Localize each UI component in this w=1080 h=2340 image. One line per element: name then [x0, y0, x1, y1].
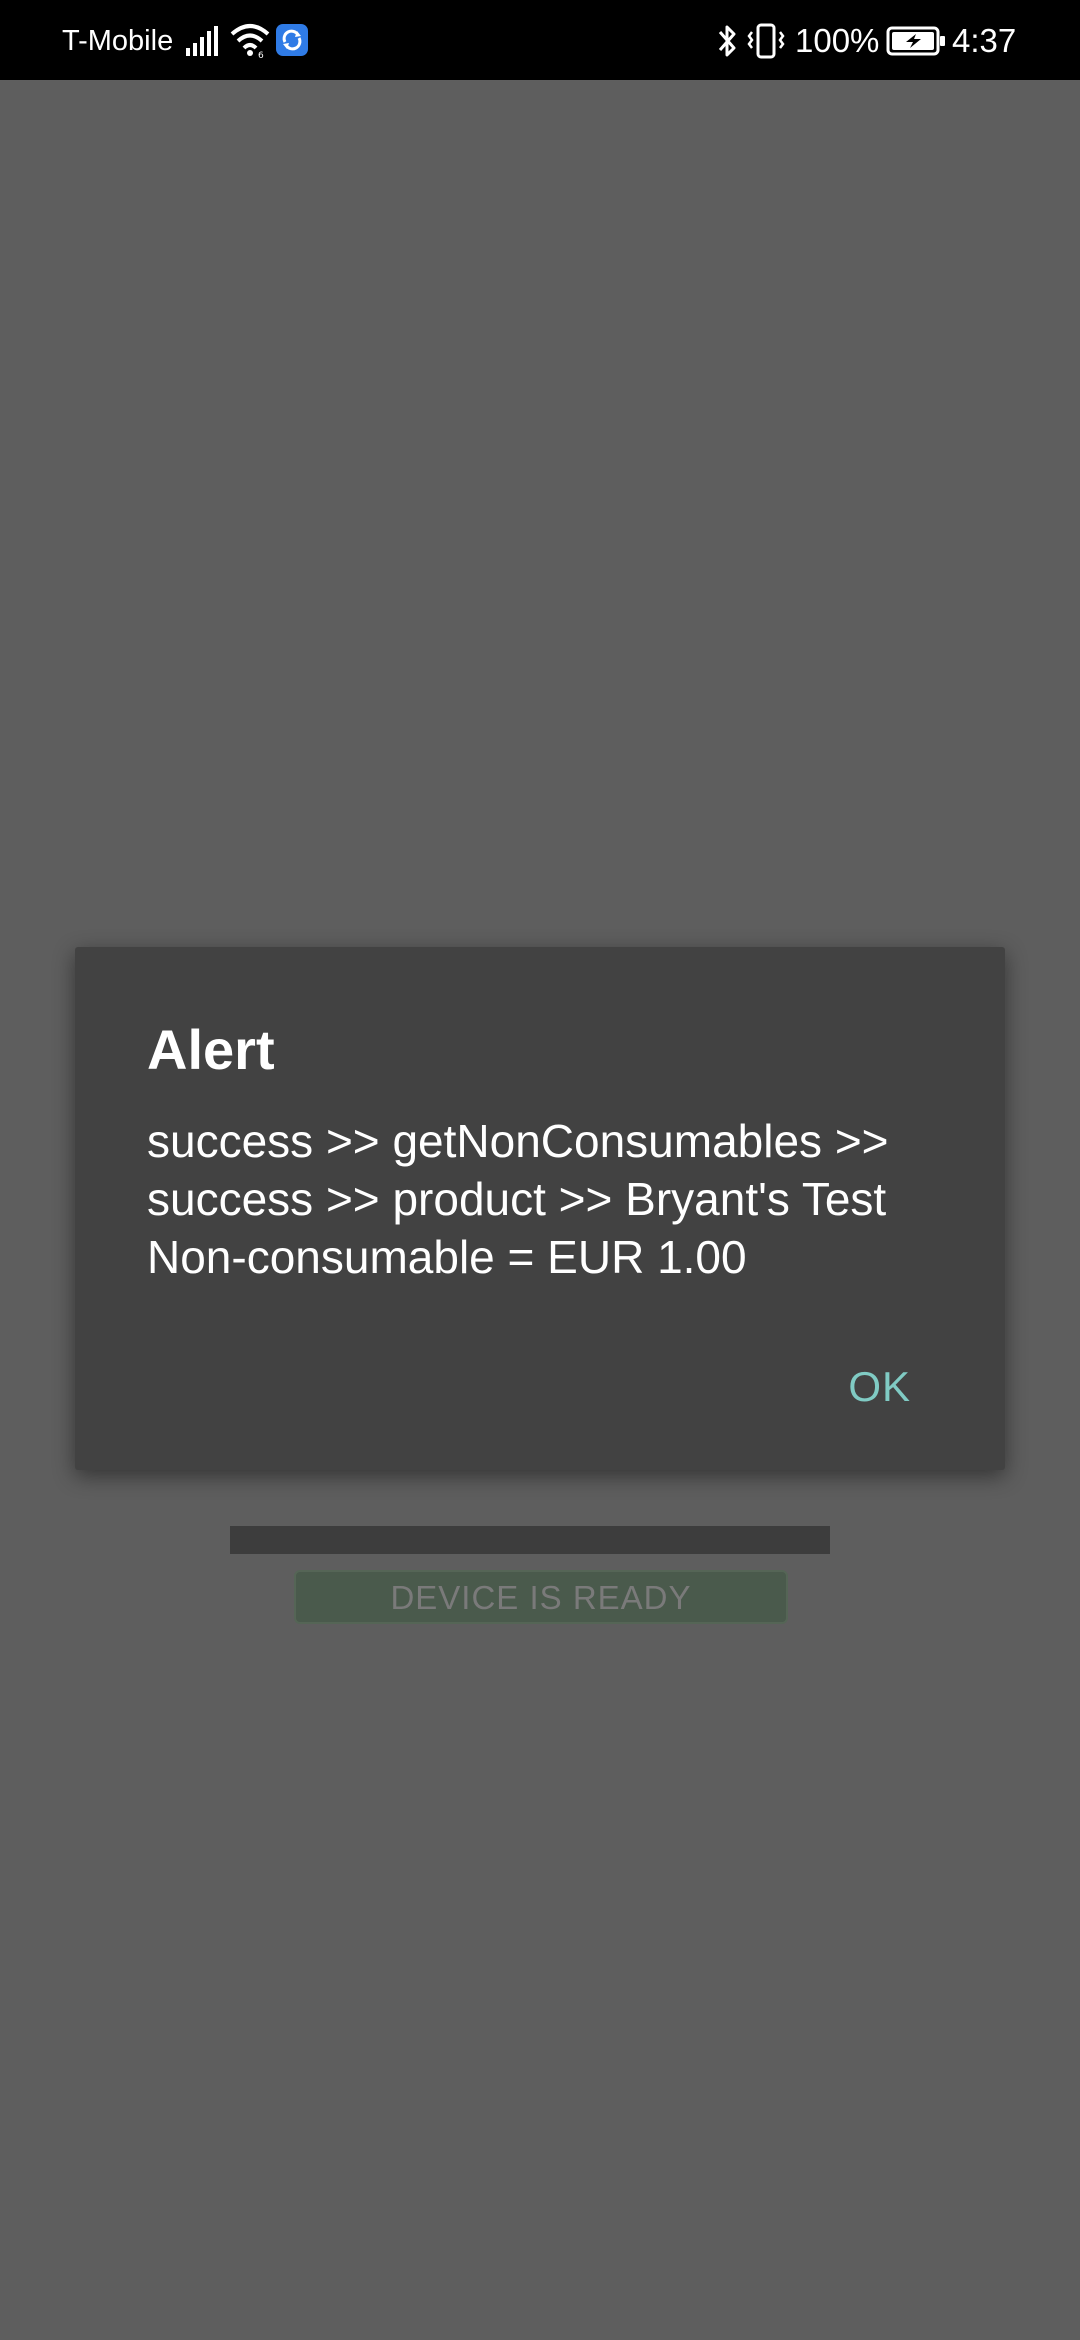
battery-charging-icon: [886, 26, 945, 56]
dialog-title: Alert: [147, 1018, 275, 1081]
carrier-label: T-Mobile: [62, 25, 174, 57]
ok-button[interactable]: OK: [844, 1352, 915, 1422]
status-bar: T-Mobile 6 100% 4:37: [0, 0, 1080, 80]
vibrate-icon: [747, 23, 785, 59]
wifi-icon: 6: [230, 24, 270, 58]
battery-percentage: 100%: [795, 22, 880, 59]
status-time: 4:37: [952, 22, 1017, 59]
signal-icon: [186, 26, 218, 56]
dialog-message: success >> getNonConsumables >> success …: [147, 1115, 889, 1283]
app-heading-fragment: [230, 1520, 850, 1560]
alert-dialog: Alert success >> getNonConsumables >> su…: [75, 947, 1005, 1470]
bluetooth-icon: [718, 25, 736, 57]
device-status-badge: DEVICE IS READY: [294, 1570, 788, 1624]
screen: T-Mobile 6 100% 4:37 DEVICE IS READY Ale…: [0, 0, 1080, 2340]
svg-text:6: 6: [258, 51, 264, 58]
app-notification-icon: [276, 24, 308, 56]
